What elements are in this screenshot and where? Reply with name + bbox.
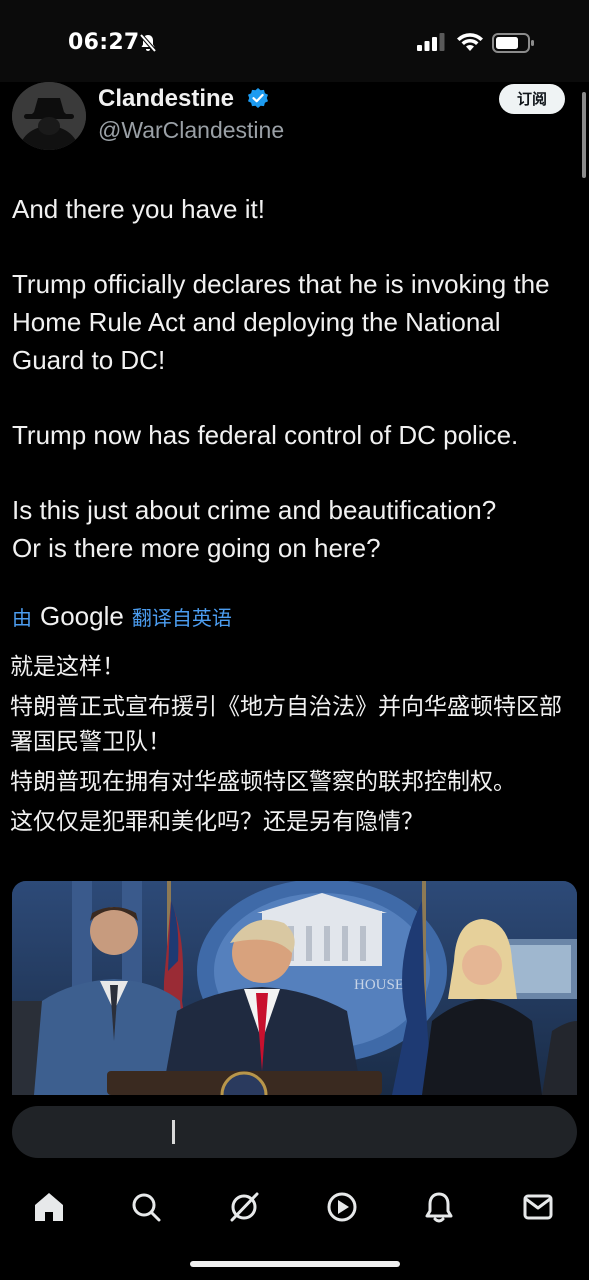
reply-input[interactable] bbox=[12, 1106, 577, 1158]
tweet-paragraph: And there you have it! bbox=[12, 194, 265, 224]
author-handle[interactable]: @WarClandestine bbox=[98, 117, 284, 144]
battery-icon bbox=[492, 33, 536, 58]
translation-prefix: 由 bbox=[12, 606, 32, 630]
wifi-icon bbox=[456, 32, 484, 57]
cellular-signal-icon bbox=[417, 33, 447, 56]
author-avatar[interactable] bbox=[12, 82, 86, 150]
translation-attribution[interactable]: 由 Google 翻译自英语 bbox=[12, 601, 232, 632]
home-icon[interactable] bbox=[29, 1187, 69, 1227]
google-logo: Google bbox=[40, 601, 124, 631]
tweet-paragraph: Trump now has federal control of DC poli… bbox=[12, 420, 519, 450]
tweet-author-header: Clandestine @WarClandestine 订阅 bbox=[0, 82, 589, 152]
silent-mode-icon bbox=[138, 33, 158, 58]
search-icon[interactable] bbox=[126, 1187, 166, 1227]
translated-paragraph: 就是这样！ bbox=[10, 654, 125, 680]
translated-paragraph: 特朗普现在拥有对华盛顿特区警察的联邦控制权。 bbox=[10, 769, 516, 795]
status-bar: 06:27 bbox=[0, 0, 589, 82]
messages-icon[interactable] bbox=[518, 1187, 558, 1227]
play-icon[interactable] bbox=[322, 1187, 362, 1227]
tweet-paragraph: Is this just about crime and beautificat… bbox=[12, 495, 497, 563]
notifications-icon[interactable] bbox=[419, 1187, 459, 1227]
status-time: 06:27 bbox=[68, 30, 140, 55]
tweet-paragraph: Trump officially declares that he is inv… bbox=[12, 269, 550, 375]
translated-paragraph: 特朗普正式宣布援引《地方自治法》并向华盛顿特区部署国民警卫队！ bbox=[10, 694, 562, 755]
subscribe-button[interactable]: 订阅 bbox=[499, 84, 565, 114]
text-caret bbox=[172, 1120, 175, 1144]
author-display-name[interactable]: Clandestine bbox=[98, 85, 234, 113]
tweet-text: And there you have it! Trump officially … bbox=[12, 190, 572, 604]
grok-icon[interactable] bbox=[224, 1187, 264, 1227]
translated-text: 就是这样！ 特朗普正式宣布援引《地方自治法》并向华盛顿特区部署国民警卫队！ 特朗… bbox=[10, 650, 580, 845]
tweet-media-image[interactable]: HOUSE bbox=[12, 881, 577, 1095]
home-indicator[interactable] bbox=[190, 1261, 400, 1267]
translated-paragraph: 这仅仅是犯罪和美化吗？还是另有隐情？ bbox=[10, 809, 424, 835]
translation-suffix: 翻译自英语 bbox=[131, 606, 232, 630]
sign-text: HOUSE bbox=[354, 977, 404, 993]
scrollbar[interactable] bbox=[582, 92, 586, 178]
verified-badge-icon bbox=[247, 87, 269, 114]
